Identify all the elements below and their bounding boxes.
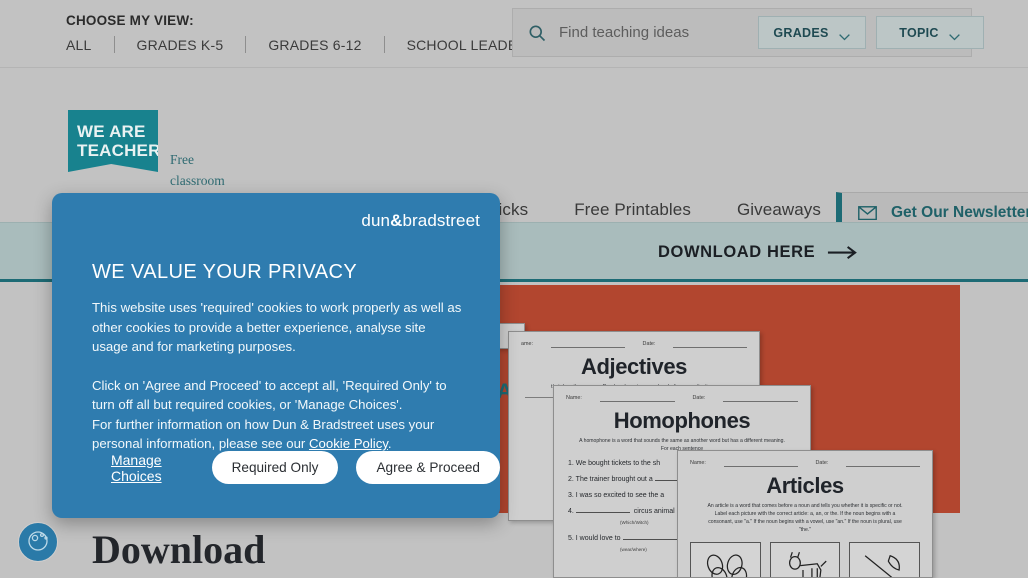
site-logo[interactable]: WE ARE TEACHERS bbox=[68, 110, 158, 172]
answer-blank bbox=[622, 539, 677, 540]
name-label: ame: bbox=[521, 341, 533, 347]
chevron-down-icon bbox=[838, 29, 851, 41]
answer-blank bbox=[575, 512, 630, 513]
logo-line-2: TEACHERS bbox=[77, 141, 173, 160]
cookie-paragraph-1: This website uses 'required' cookies to … bbox=[92, 300, 462, 354]
download-here-label: DOWNLOAD HERE bbox=[658, 243, 816, 261]
download-here-link[interactable]: DOWNLOAD HERE bbox=[658, 243, 858, 262]
view-link-all[interactable]: ALL bbox=[66, 37, 92, 53]
cookie-paragraph-2: Click on 'Agree and Proceed' to accept a… bbox=[92, 376, 464, 454]
divider bbox=[383, 36, 385, 53]
search-input[interactable] bbox=[559, 24, 758, 41]
envelope-icon bbox=[858, 206, 877, 221]
worksheet-meta-row: ame: Date: bbox=[509, 341, 759, 348]
question-text: The trainer brought out a bbox=[575, 476, 653, 483]
question-text: I would love to bbox=[575, 535, 621, 542]
nav-item-giveaways[interactable]: Giveaways bbox=[737, 200, 821, 220]
accessibility-widget-button[interactable] bbox=[18, 522, 58, 562]
chevron-down-icon bbox=[948, 29, 961, 41]
divider bbox=[245, 36, 247, 53]
worksheet-title: Homophones bbox=[613, 408, 751, 433]
question-number: 4. bbox=[568, 508, 574, 515]
topic-filter-label: TOPIC bbox=[899, 25, 939, 40]
name-field bbox=[723, 460, 798, 467]
cookie-paragraph-2-end: . bbox=[387, 436, 392, 451]
date-label: Date: bbox=[692, 395, 706, 401]
grades-filter-label: GRADES bbox=[773, 25, 829, 40]
question-number: 2. bbox=[568, 476, 574, 483]
date-label: Date: bbox=[815, 460, 829, 466]
donkey-illustration bbox=[769, 542, 841, 577]
cookie-dialog-actions: Manage Choices Required Only Agree & Pro… bbox=[92, 451, 500, 484]
date-label: Date: bbox=[642, 341, 656, 347]
search-icon bbox=[527, 23, 547, 43]
question-text: We bought tickets to the sh bbox=[575, 460, 661, 467]
date-field bbox=[723, 395, 798, 402]
utility-bar: CHOOSE MY VIEW: ALL GRADES K-5 GRADES 6-… bbox=[0, 0, 1028, 68]
nav-item-free-printables[interactable]: Free Printables bbox=[574, 200, 691, 220]
cookie-paragraph-2a: Click on 'Agree and Proceed' to accept a… bbox=[92, 377, 447, 413]
worksheet-title: Adjectives bbox=[580, 354, 688, 379]
date-field bbox=[846, 460, 920, 467]
divider bbox=[113, 36, 115, 53]
brand-part-1: dun bbox=[361, 211, 391, 230]
agree-and-proceed-button[interactable]: Agree & Proceed bbox=[356, 451, 500, 484]
worksheet-subtitle: An article is a word that comes before a… bbox=[707, 503, 903, 533]
view-link-grades-612[interactable]: GRADES 6-12 bbox=[268, 37, 361, 53]
brand-part-2: bradstreet bbox=[402, 211, 480, 230]
worksheet-picture-row bbox=[678, 534, 932, 577]
dun-bradstreet-logo: dun&bradstreet bbox=[361, 211, 480, 231]
axe-illustration bbox=[849, 542, 921, 577]
question-text: I was so excited to see the a bbox=[575, 492, 665, 499]
view-links: ALL GRADES K-5 GRADES 6-12 SCHOOL LEADER… bbox=[66, 36, 537, 53]
worksheet-title: Articles bbox=[766, 473, 844, 498]
cookie-dialog-title: WE VALUE YOUR PRIVACY bbox=[92, 261, 358, 283]
name-field bbox=[599, 395, 675, 402]
question-text: circus animal is bbox=[633, 508, 682, 515]
cookie-dialog-body: This website uses 'required' cookies to … bbox=[92, 298, 464, 454]
date-field bbox=[673, 341, 747, 348]
search-bar: GRADES TOPIC bbox=[512, 8, 984, 57]
ampersand-icon: & bbox=[390, 211, 403, 230]
name-field bbox=[550, 341, 625, 348]
worksheet-meta-row: Name: Date: bbox=[554, 395, 810, 402]
name-label: Name: bbox=[566, 395, 582, 401]
view-link-grades-k5[interactable]: GRADES K-5 bbox=[137, 37, 224, 53]
logo-line-1: WE ARE bbox=[77, 122, 146, 141]
get-newsletter-label: Get Our Newsletter bbox=[891, 204, 1028, 221]
question-number: 3. bbox=[568, 492, 574, 499]
worksheet-articles[interactable]: Name: Date: Articles An article is a wor… bbox=[677, 450, 933, 578]
grades-filter-dropdown[interactable]: GRADES bbox=[758, 16, 866, 49]
cookie-consent-dialog: dun&bradstreet WE VALUE YOUR PRIVACY Thi… bbox=[52, 193, 500, 518]
accessibility-icon bbox=[25, 527, 51, 558]
cookie-policy-link[interactable]: Cookie Policy bbox=[309, 436, 388, 451]
choose-view-label: CHOOSE MY VIEW: bbox=[66, 13, 194, 28]
page-root: CHOOSE MY VIEW: ALL GRADES K-5 GRADES 6-… bbox=[0, 0, 1028, 578]
manage-choices-button[interactable]: Manage Choices bbox=[92, 452, 181, 484]
question-number: 1. bbox=[568, 460, 574, 467]
required-only-button[interactable]: Required Only bbox=[211, 451, 339, 484]
peanuts-illustration bbox=[690, 542, 761, 577]
name-label: Name: bbox=[690, 460, 706, 466]
topic-filter-dropdown[interactable]: TOPIC bbox=[876, 16, 984, 49]
question-number: 5. bbox=[568, 535, 574, 542]
arrow-right-icon bbox=[827, 245, 858, 260]
worksheet-meta-row: Name: Date: bbox=[678, 460, 932, 467]
